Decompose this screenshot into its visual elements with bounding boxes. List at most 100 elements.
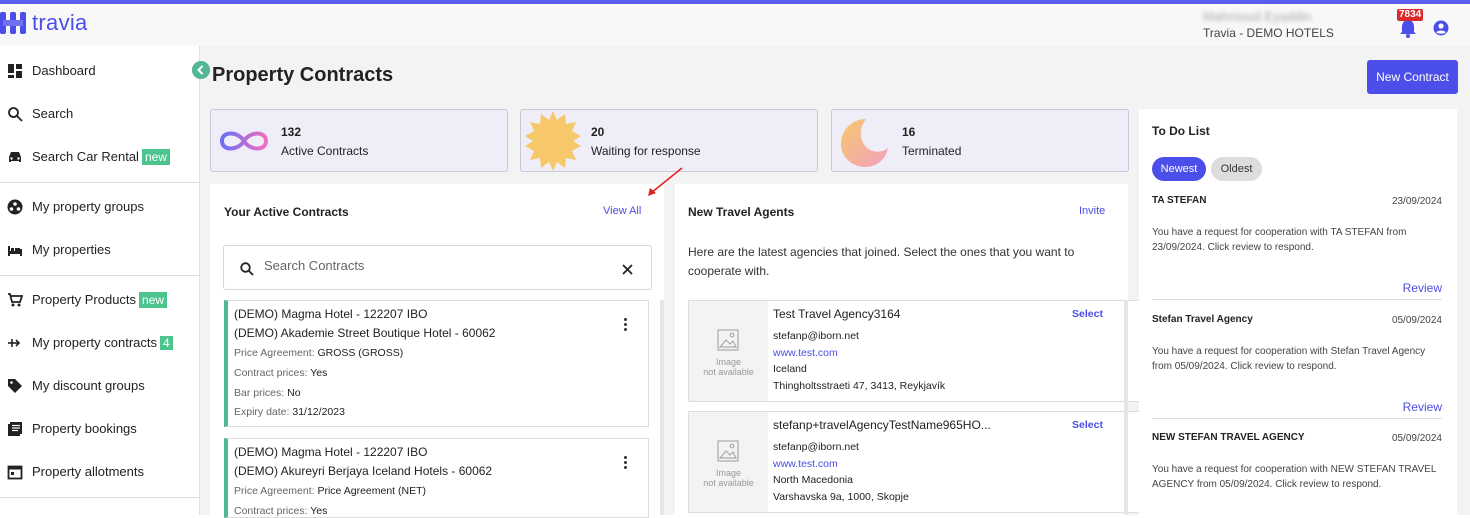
contracts-icon — [8, 338, 21, 347]
sidebar-item-property-products[interactable]: Property Products new — [0, 278, 199, 321]
sidebar-item-discount-groups[interactable]: My discount groups — [0, 364, 199, 407]
select-agent-button[interactable]: Select — [1072, 419, 1103, 431]
review-link[interactable]: Review — [1380, 400, 1442, 414]
contract-hotel-to: (DEMO) Akureyri Berjaya Iceland Hotels -… — [234, 464, 493, 478]
stat-card-waiting[interactable]: 20 Waiting for response — [520, 109, 818, 172]
todo-item-date: 05/09/2024 — [1391, 315, 1442, 326]
sidebar-item-property-contracts[interactable]: My property contracts 4 — [0, 321, 199, 364]
sidebar-item-label: Property allotments — [32, 464, 144, 479]
sidebar-item-property-bookings[interactable]: Property bookings — [0, 407, 199, 450]
stat-card-active[interactable]: 132 Active Contracts — [210, 109, 508, 172]
scrollbar[interactable] — [1124, 300, 1128, 515]
clear-icon[interactable] — [622, 264, 633, 275]
todo-item-date: 23/09/2024 — [1391, 196, 1442, 207]
sidebar-item-label: Property Products — [32, 292, 137, 307]
car-icon — [9, 151, 21, 162]
todo-divider — [1152, 299, 1442, 300]
sun-icon — [525, 111, 581, 171]
notification-badge: 7834 — [1397, 9, 1424, 21]
sidebar-item-label: My property groups — [32, 199, 144, 214]
sidebar-item-label-wrap: My property contracts 4 — [32, 335, 173, 350]
search-icon — [240, 262, 254, 276]
search-contracts-input[interactable] — [264, 258, 594, 273]
sidebar-item-label-wrap: Property Products new — [32, 292, 168, 308]
contract-card[interactable]: (DEMO) Magma Hotel - 122207 IBO (DEMO) A… — [224, 300, 649, 427]
contract-price-agreement: Price Agreement: GROSS (GROSS) — [234, 347, 404, 359]
stat-value: 132 — [281, 125, 302, 139]
agent-website[interactable]: www.test.com — [773, 458, 838, 470]
agent-name: Test Travel Agency3164 — [773, 307, 901, 321]
sidebar-divider — [0, 182, 199, 183]
todo-item-text: You have a request for cooperation with … — [1152, 227, 1407, 253]
review-link[interactable]: Review — [1380, 281, 1442, 295]
groups-icon — [7, 199, 23, 214]
stat-card-terminated[interactable]: 16 Terminated — [831, 109, 1129, 172]
agent-email: stefanp@iborn.net — [773, 330, 859, 342]
sort-oldest-button[interactable]: Oldest — [1211, 157, 1262, 181]
user-name: Mahmoud Eyaddin — [1203, 9, 1312, 24]
sidebar-item-search[interactable]: Search — [0, 92, 199, 135]
contract-hotel-from: (DEMO) Magma Hotel - 122207 IBO — [234, 307, 428, 321]
sidebar-item-property-allotments[interactable]: Property allotments — [0, 450, 199, 493]
sidebar-item-label: My property contracts — [32, 335, 157, 350]
todo-title: To Do List — [1152, 124, 1210, 138]
todo-item-title: NEW STEFAN TRAVEL AGENCY — [1152, 432, 1305, 443]
sidebar-item-label: My properties — [32, 242, 111, 257]
moon-icon — [841, 119, 888, 167]
tag-icon — [8, 378, 22, 393]
contract-prices: Contract prices: Yes — [234, 505, 328, 517]
invite-link[interactable]: Invite — [1079, 205, 1105, 217]
cart-icon — [8, 292, 23, 306]
todo-item-date: 05/09/2024 — [1391, 433, 1442, 444]
more-options-icon[interactable] — [624, 456, 628, 471]
agent-address: Varshavska 9a, 1000, Skopje — [773, 491, 909, 503]
contract-card[interactable]: (DEMO) Magma Hotel - 122207 IBO (DEMO) A… — [224, 438, 649, 518]
contract-price-agreement: Price Agreement: Price Agreement (NET) — [234, 485, 427, 497]
sidebar-item-dashboard[interactable]: Dashboard — [0, 49, 199, 92]
agent-card[interactable]: Image not available stefanp+travelAgencyT… — [688, 411, 1141, 513]
sidebar-item-label: Property bookings — [32, 421, 137, 436]
sidebar: Dashboard Search Search Car Rental new My… — [0, 46, 200, 515]
logo-icon — [0, 12, 26, 34]
calendar-icon — [7, 465, 23, 479]
contract-prices: Contract prices: Yes — [234, 367, 328, 379]
bookings-icon — [8, 421, 22, 436]
image-not-available: Image not available — [703, 468, 754, 488]
logo[interactable]: travia — [0, 10, 88, 36]
search-contracts-box[interactable] — [223, 245, 652, 290]
dashboard-icon — [8, 63, 22, 78]
sidebar-divider — [0, 275, 199, 276]
agent-country: North Macedonia — [773, 474, 853, 486]
sidebar-divider — [0, 497, 199, 498]
select-agent-button[interactable]: Select — [1072, 308, 1103, 320]
logo-text: travia — [32, 10, 88, 35]
todo-item-title: Stefan Travel Agency — [1152, 314, 1253, 325]
collapse-sidebar-icon[interactable] — [192, 61, 210, 79]
sidebar-item-search-car-rental[interactable]: Search Car Rental new — [0, 135, 199, 178]
contract-hotel-to: (DEMO) Akademie Street Boutique Hotel - … — [234, 326, 496, 340]
bed-icon — [8, 245, 22, 256]
agent-card[interactable]: Image not available Test Travel Agency316… — [688, 300, 1141, 402]
travel-agents-description: Here are the latest agencies that joined… — [688, 245, 1075, 278]
user-info[interactable]: Mahmoud Eyaddin Travia - DEMO HOTELS — [1203, 9, 1383, 40]
new-contract-button[interactable]: New Contract — [1367, 60, 1458, 94]
more-options-icon[interactable] — [624, 318, 628, 333]
sidebar-item-label: Search — [32, 106, 74, 121]
agent-image-placeholder: Image not available — [689, 301, 768, 401]
agent-address: Thingholtsstraeti 47, 3413, Reykjavík — [773, 380, 946, 392]
contract-expiry: Expiry date: 31/12/2023 — [234, 406, 345, 418]
sidebar-item-label: Search Car Rental — [32, 149, 139, 164]
view-all-link[interactable]: View All — [603, 205, 641, 217]
stat-label: Waiting for response — [591, 144, 701, 158]
sidebar-item-properties[interactable]: My properties — [0, 228, 199, 271]
user-company: Travia - DEMO HOTELS — [1203, 26, 1334, 40]
stat-value: 16 — [902, 125, 916, 139]
search-icon — [8, 106, 23, 122]
agent-website[interactable]: www.test.com — [773, 347, 838, 359]
sidebar-item-property-groups[interactable]: My property groups — [0, 185, 199, 228]
page-title: Property Contracts — [212, 64, 394, 86]
scrollbar[interactable] — [660, 300, 664, 515]
account-icon[interactable] — [1433, 20, 1449, 36]
new-badge: new — [139, 292, 168, 308]
sort-newest-button[interactable]: Newest — [1152, 157, 1206, 181]
